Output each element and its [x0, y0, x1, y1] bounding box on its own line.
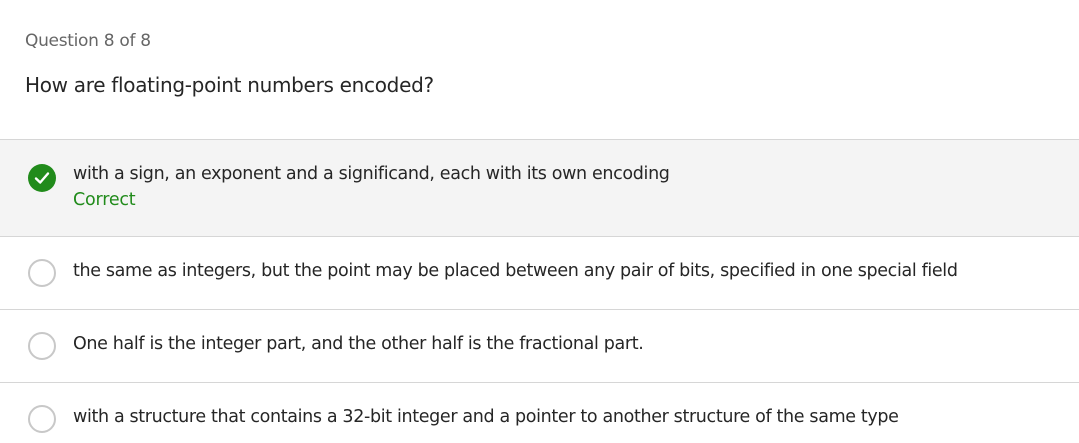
- answer-option-3[interactable]: One half is the integer part, and the ot…: [0, 309, 1079, 382]
- radio-button[interactable]: [28, 405, 56, 433]
- answer-option-2[interactable]: the same as integers, but the point may …: [0, 236, 1079, 309]
- answer-option-1[interactable]: with a sign, an exponent and a significa…: [0, 139, 1079, 236]
- question-text: How are floating-point numbers encoded?: [25, 73, 434, 97]
- radio-button[interactable]: [28, 259, 56, 287]
- answer-option-text: with a structure that contains a 32-bit …: [73, 407, 899, 427]
- answer-option-text: One half is the integer part, and the ot…: [73, 334, 644, 354]
- radio-button[interactable]: [28, 332, 56, 360]
- checkmark-icon[interactable]: [28, 164, 56, 192]
- answer-options: with a sign, an exponent and a significa…: [0, 139, 1079, 443]
- answer-option-text: with a sign, an exponent and a significa…: [73, 164, 670, 184]
- answer-option-text: the same as integers, but the point may …: [73, 261, 958, 281]
- question-progress: Question 8 of 8: [25, 31, 151, 51]
- answer-option-4[interactable]: with a structure that contains a 32-bit …: [0, 382, 1079, 443]
- answer-feedback-correct: Correct: [73, 190, 136, 210]
- question-header: Question 8 of 8 How are floating-point n…: [0, 0, 1079, 139]
